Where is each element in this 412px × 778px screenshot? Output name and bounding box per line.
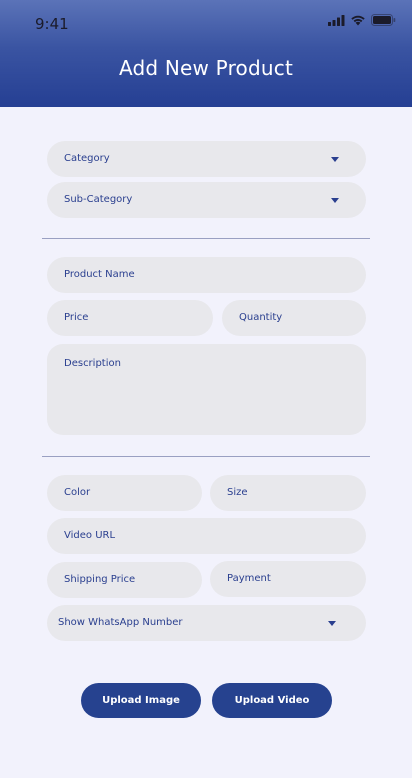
upload-video-button[interactable]: Upload Video [212, 683, 332, 718]
category-select[interactable]: Category [47, 141, 366, 177]
section-divider [42, 456, 370, 457]
video-url-placeholder: Video URL [64, 530, 116, 541]
quantity-placeholder: Quantity [239, 312, 283, 323]
product-name-input[interactable]: Product Name [47, 257, 366, 293]
wifi-icon [351, 15, 365, 26]
size-placeholder: Size [227, 487, 248, 498]
dropdown-caret-icon [331, 198, 339, 203]
color-placeholder: Color [64, 487, 91, 498]
sub-category-label: Sub-Category [64, 194, 133, 205]
show-whatsapp-label: Show WhatsApp Number [58, 617, 183, 628]
shipping-price-input[interactable]: Shipping Price [47, 562, 202, 598]
dropdown-caret-icon [328, 621, 336, 626]
signal-icon [328, 14, 345, 26]
category-label: Category [64, 153, 110, 164]
status-time: 9:41 [35, 15, 69, 33]
payment-placeholder: Payment [227, 573, 271, 584]
sub-category-select[interactable]: Sub-Category [47, 182, 366, 218]
color-input[interactable]: Color [47, 475, 202, 511]
price-placeholder: Price [64, 312, 89, 323]
page-title: Add New Product [119, 56, 293, 80]
show-whatsapp-select[interactable]: Show WhatsApp Number [47, 605, 366, 641]
price-input[interactable]: Price [47, 300, 213, 336]
description-placeholder: Description [64, 358, 121, 369]
battery-icon [371, 14, 396, 26]
quantity-input[interactable]: Quantity [222, 300, 366, 336]
description-textarea[interactable]: Description [47, 344, 366, 435]
upload-image-button[interactable]: Upload Image [81, 683, 201, 718]
product-name-placeholder: Product Name [64, 269, 135, 280]
size-input[interactable]: Size [210, 475, 366, 511]
header-bar: 9:41 Add New Product [0, 0, 412, 107]
dropdown-caret-icon [331, 157, 339, 162]
video-url-input[interactable]: Video URL [47, 518, 366, 554]
payment-input[interactable]: Payment [210, 561, 366, 597]
shipping-price-placeholder: Shipping Price [64, 574, 136, 585]
status-icons [328, 14, 396, 26]
section-divider [42, 238, 370, 239]
